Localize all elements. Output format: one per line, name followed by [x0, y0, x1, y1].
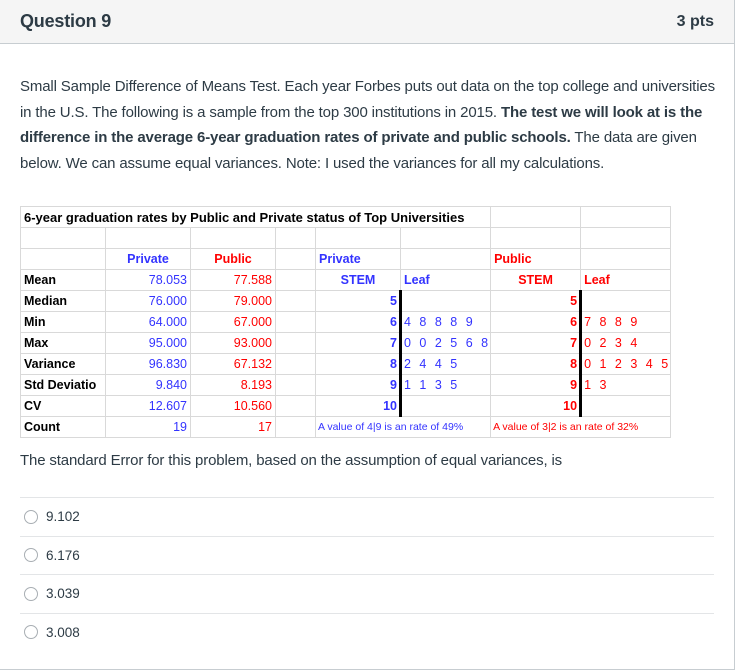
leaf-private: [399, 395, 492, 417]
header-public: Public: [190, 248, 276, 270]
stat-private-value: 76.000: [105, 290, 191, 312]
table-row: Variance 96.830 67.132 8 2 4 4 580 1 2 3 4 5: [20, 353, 672, 375]
stem-public: 10: [490, 395, 583, 417]
answer-option[interactable]: 9.102: [20, 497, 714, 536]
table-row: Max 95.000 93.000 7 0 0 2 5 6 870 2 3 4: [20, 332, 672, 354]
empty-cell: [275, 395, 316, 417]
stat-label: Std Deviatio: [20, 374, 106, 396]
stat-public-value: 93.000: [190, 332, 276, 354]
leaf-public: 7 8 8 9: [580, 311, 672, 333]
stat-label: Variance: [20, 353, 106, 375]
answer-option[interactable]: 6.176: [20, 535, 714, 575]
table-row: Count 19 17 A value of 4|9 is an rate of 49…: [20, 416, 672, 438]
answer-label[interactable]: 6.176: [46, 548, 80, 563]
leaf-private: 1 1 3 5: [399, 374, 492, 396]
stat-public-value: 17: [190, 416, 276, 438]
leaf-private: 0 0 2 5 6 8: [399, 332, 492, 354]
question-prompt: The standard Error for this problem, bas…: [20, 452, 563, 469]
stem-public: 9: [490, 374, 583, 396]
stat-public-value: 77.588: [190, 269, 276, 291]
header-private: Private: [105, 248, 191, 270]
answer-option[interactable]: 3.008: [20, 612, 714, 652]
answer-label[interactable]: 3.039: [46, 586, 80, 601]
leaf-public: 1 3: [580, 374, 672, 396]
radio-button[interactable]: [24, 548, 38, 563]
stat-label: CV: [20, 395, 106, 417]
stem-private: 9: [315, 374, 402, 396]
leaf-public: [580, 290, 672, 312]
stats-table: 6-year graduation rates by Public and Pr…: [19, 206, 672, 438]
radio-button[interactable]: [24, 509, 38, 524]
stat-private-value: 95.000: [105, 332, 191, 354]
leaf-header-public: Leaf: [580, 269, 672, 291]
stem-header-private: STEM: [315, 269, 401, 291]
empty-cell: [275, 374, 316, 396]
stem-private-title: Private: [315, 248, 401, 270]
question-title: Question 9: [20, 11, 112, 31]
stat-private-value: 9.840: [105, 374, 191, 396]
stat-label: Median: [20, 290, 106, 312]
question-points: 3 pts: [676, 12, 714, 30]
empty-cell: [275, 353, 316, 375]
stem-private: 5: [315, 290, 402, 312]
question-card: Question 9 3 pts Small Sample Difference…: [0, 0, 735, 670]
data-table-image: 6-year graduation rates by Public and Pr…: [19, 206, 672, 440]
radio-button[interactable]: [24, 625, 38, 640]
empty-cell: [275, 269, 316, 291]
stat-label: Mean: [20, 269, 106, 291]
leaf-public: 0 1 2 3 4 5: [580, 353, 672, 375]
stat-public-value: 67.132: [190, 353, 276, 375]
stem-public: 6: [490, 311, 583, 333]
stem-private: 6: [315, 311, 402, 333]
stat-public-value: 8.193: [190, 374, 276, 396]
stem-private: 10: [315, 395, 402, 417]
table-title: 6-year graduation rates by Public and Pr…: [19, 206, 492, 228]
answer-label[interactable]: 3.008: [46, 625, 80, 640]
stat-private-value: 12.607: [105, 395, 191, 417]
empty-cell: [275, 332, 316, 354]
stat-public-value: 10.560: [190, 395, 276, 417]
answer-list: 9.102 6.176 3.039 3.008: [20, 497, 714, 651]
empty-cell: [275, 416, 316, 438]
question-text: Small Sample Difference of Means Test. E…: [20, 74, 720, 176]
stat-private-value: 78.053: [105, 269, 191, 291]
table-row: Median 76.000 79.000 5 5: [20, 290, 672, 312]
table-row: CV 12.607 10.560 10 10: [20, 395, 672, 417]
empty-cell: [275, 311, 316, 333]
leaf-private: 4 8 8 8 9: [399, 311, 492, 333]
table-row: Min 64.000 67.000 6 4 8 8 8 967 8 8 9: [20, 311, 672, 333]
leaf-public: 0 2 3 4: [580, 332, 672, 354]
stat-public-value: 67.000: [190, 311, 276, 333]
stem-public: 7: [490, 332, 583, 354]
stem-header-public: STEM: [490, 269, 582, 291]
stat-public-value: 79.000: [190, 290, 276, 312]
radio-button[interactable]: [24, 586, 38, 601]
table-row: Mean 78.053 77.588 STEM Leaf STEM Leaf: [20, 269, 672, 291]
leaf-public: [580, 395, 672, 417]
stat-private-value: 96.830: [105, 353, 191, 375]
stat-private-value: 19: [105, 416, 191, 438]
stat-private-value: 64.000: [105, 311, 191, 333]
stem-public-title: Public: [490, 248, 582, 270]
table-row: Std Deviatio 9.840 8.193 9 1 1 3 591 3: [20, 374, 672, 396]
stem-public: 8: [490, 353, 583, 375]
stem-private: 8: [315, 353, 402, 375]
stat-label: Max: [20, 332, 106, 354]
question-header: Question 9 3 pts: [0, 0, 734, 44]
empty-cell: [275, 290, 316, 312]
note-public: A value of 3|2 is an rate of 32%: [490, 416, 672, 438]
note-private: A value of 4|9 is an rate of 49%: [314, 416, 492, 438]
stat-label: Count: [20, 416, 106, 438]
stem-public: 5: [490, 290, 583, 312]
leaf-header-private: Leaf: [399, 269, 492, 291]
answer-label[interactable]: 9.102: [46, 509, 80, 524]
stem-private: 7: [315, 332, 402, 354]
leaf-private: [399, 290, 492, 312]
answer-option[interactable]: 3.039: [20, 574, 714, 613]
stat-label: Min: [20, 311, 106, 333]
leaf-private: 2 4 4 5: [399, 353, 492, 375]
